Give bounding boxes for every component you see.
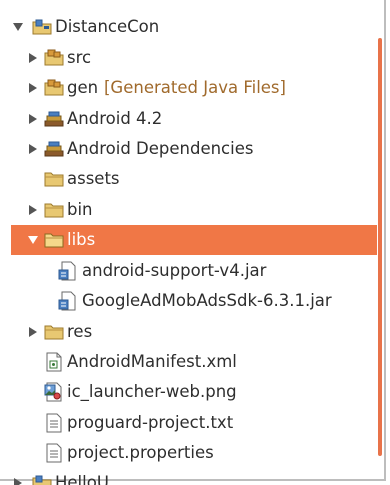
tree-item-label: Android Dependencies <box>67 139 254 158</box>
tree-item-label: res <box>67 322 93 341</box>
android-project-icon <box>32 473 52 485</box>
tree-item-label: libs <box>67 230 96 249</box>
tree-item-label: project.properties <box>67 443 214 462</box>
text-file-icon <box>44 443 64 463</box>
folder-icon <box>44 230 64 250</box>
tree-item-res[interactable]: res <box>0 317 370 347</box>
android-project-icon <box>32 17 52 37</box>
library-icon <box>44 109 64 129</box>
chevron-right-icon[interactable] <box>28 326 38 338</box>
chevron-down-icon[interactable] <box>28 234 38 246</box>
tree-item-gen[interactable]: gen [Generated Java Files] <box>0 73 370 103</box>
tree-item-libs[interactable]: libs <box>11 225 377 255</box>
tree-item-bin[interactable]: bin <box>0 195 370 225</box>
tree-item-label: Android 4.2 <box>67 109 163 128</box>
chevron-right-icon[interactable] <box>28 204 38 216</box>
package-folder-icon <box>44 78 64 98</box>
tree-item-android-dependencies[interactable]: Android Dependencies <box>0 134 370 164</box>
jar-icon <box>58 261 78 281</box>
tree-item-android-support-jar[interactable]: android-support-v4.jar <box>0 256 370 286</box>
tree-item-label: gen <box>67 78 99 97</box>
text-file-icon <box>44 413 64 433</box>
tree-item-next-project[interactable]: HelloU <box>0 468 370 485</box>
tree-item-label: HelloU <box>55 473 109 485</box>
tree-item-android-4-2[interactable]: Android 4.2 <box>0 104 370 134</box>
tree-item-label: proguard-project.txt <box>67 413 234 432</box>
tree-item-project-properties[interactable]: project.properties <box>0 438 370 468</box>
vertical-scrollbar[interactable] <box>378 38 382 456</box>
library-icon <box>44 139 64 159</box>
folder-icon <box>44 200 64 220</box>
jar-icon <box>58 291 78 311</box>
tree-item-label: src <box>67 48 92 67</box>
tree-item-label: DistanceCon <box>55 17 160 36</box>
folder-icon <box>44 169 64 189</box>
tree-item-android-manifest[interactable]: AndroidManifest.xml <box>0 347 370 377</box>
tree-item-decoration: [Generated Java Files] <box>104 78 286 97</box>
tree-item-label: GoogleAdMobAdsSdk-6.3.1.jar <box>82 291 332 310</box>
chevron-right-icon[interactable] <box>28 143 38 155</box>
tree-item-label: ic_launcher-web.png <box>67 382 237 401</box>
tree-item-project[interactable]: DistanceCon <box>0 12 370 42</box>
tree-clip-region: HelloU <box>0 468 390 485</box>
chevron-right-icon[interactable] <box>13 477 23 485</box>
tree-item-src[interactable]: src <box>0 43 370 73</box>
tree-item-label: AndroidManifest.xml <box>67 352 237 371</box>
chevron-down-icon[interactable] <box>13 21 23 33</box>
tree-item-label: assets <box>67 169 120 188</box>
tree-item-label: android-support-v4.jar <box>82 261 267 280</box>
tree-item-launcher-png[interactable]: ic_launcher-web.png <box>0 377 370 407</box>
image-file-icon <box>44 382 64 402</box>
chevron-right-icon[interactable] <box>28 82 38 94</box>
tree-item-assets[interactable]: assets <box>0 164 370 194</box>
package-folder-icon <box>44 48 64 68</box>
tree-item-proguard[interactable]: proguard-project.txt <box>0 408 370 438</box>
chevron-right-icon[interactable] <box>28 52 38 64</box>
xml-file-icon <box>44 352 64 372</box>
tree-item-admob-jar[interactable]: GoogleAdMobAdsSdk-6.3.1.jar <box>0 286 370 316</box>
chevron-right-icon[interactable] <box>28 113 38 125</box>
tree-item-label: bin <box>67 200 93 219</box>
folder-icon <box>44 322 64 342</box>
